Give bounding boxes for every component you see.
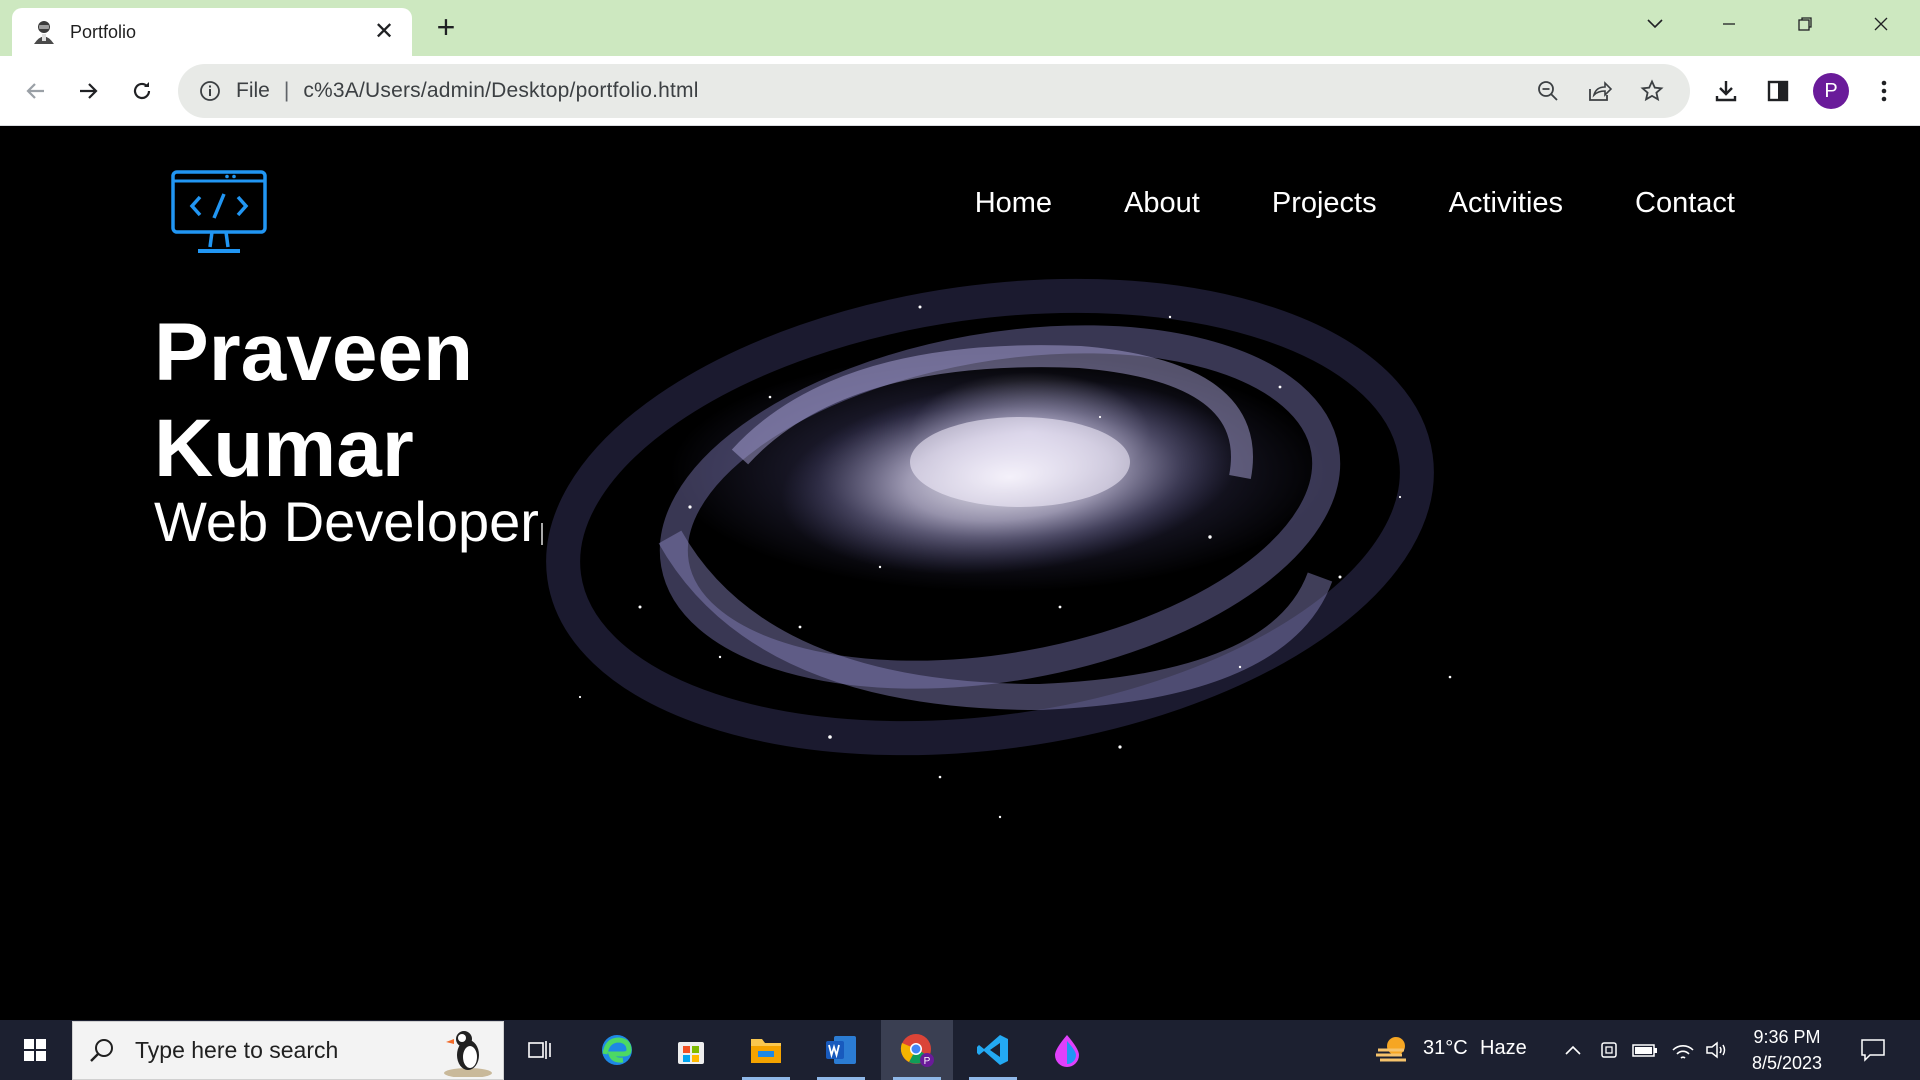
battery-icon[interactable] <box>1632 1036 1658 1064</box>
wifi-icon[interactable] <box>1670 1036 1696 1064</box>
profile-avatar[interactable]: P <box>1813 73 1849 109</box>
volume-icon[interactable] <box>1704 1036 1730 1064</box>
windows-start-icon[interactable] <box>0 1020 70 1080</box>
paint-icon[interactable] <box>1031 1020 1103 1080</box>
nav-link-about[interactable]: About <box>1124 187 1200 220</box>
menu-kebab-icon[interactable] <box>1864 71 1904 111</box>
clock-time[interactable]: 9:36 PM <box>1744 1027 1830 1048</box>
hero-role: Web Developer <box>154 489 543 555</box>
url-text[interactable]: c%3A/Users/admin/Desktop/portfolio.html <box>303 79 1514 103</box>
forward-icon[interactable] <box>68 71 108 111</box>
meet-now-icon[interactable] <box>1596 1036 1622 1064</box>
bookmark-star-icon[interactable] <box>1634 73 1670 109</box>
chrome-icon[interactable]: P <box>881 1020 953 1080</box>
minimize-icon[interactable] <box>1706 8 1752 40</box>
side-panel-icon[interactable] <box>1758 71 1798 111</box>
close-window-icon[interactable] <box>1858 8 1904 40</box>
url-scheme-label: File <box>236 79 270 102</box>
puffin-highlight-icon <box>433 1023 503 1079</box>
weather-temperature[interactable]: 31°C <box>1423 1037 1468 1060</box>
browser-toolbar: File | c%3A/Users/admin/Desktop/portfoli… <box>0 56 1920 126</box>
download-icon[interactable] <box>1706 71 1746 111</box>
zoom-icon[interactable] <box>1530 73 1566 109</box>
search-placeholder: Type here to search <box>135 1037 339 1063</box>
vscode-icon[interactable] <box>957 1020 1029 1080</box>
url-separator: | <box>283 79 290 102</box>
typing-cursor <box>540 523 543 545</box>
restore-icon[interactable] <box>1782 8 1828 40</box>
back-icon[interactable] <box>16 71 56 111</box>
clock-date[interactable]: 8/5/2023 <box>1744 1053 1830 1074</box>
search-icon <box>87 1036 117 1066</box>
nav-link-projects[interactable]: Projects <box>1272 187 1377 220</box>
share-icon[interactable] <box>1582 73 1618 109</box>
nav-link-contact[interactable]: Contact <box>1635 187 1735 220</box>
nav-link-home[interactable]: Home <box>975 187 1052 220</box>
word-icon[interactable] <box>805 1020 877 1080</box>
weather-icon <box>1374 1032 1414 1068</box>
browser-tab-strip: Portfolio ✕ + <box>0 0 1920 56</box>
svg-text:P: P <box>924 1056 931 1067</box>
nav-link-activities[interactable]: Activities <box>1449 187 1563 220</box>
site-navigation: Home About Projects Activities Contact <box>975 187 1735 220</box>
tab-search-icon[interactable] <box>1632 8 1678 40</box>
weather-condition[interactable]: Haze <box>1480 1037 1527 1060</box>
site-info-icon[interactable] <box>198 79 222 103</box>
tab-title: Portfolio <box>70 21 137 42</box>
taskbar-search-box[interactable]: Type here to search <box>72 1021 504 1080</box>
code-monitor-icon[interactable] <box>170 169 268 259</box>
edge-icon[interactable] <box>581 1020 653 1080</box>
portfolio-page: Home About Projects Activities Contact P… <box>0 127 1920 1020</box>
task-view-icon[interactable] <box>504 1020 576 1080</box>
tab-close-icon[interactable]: ✕ <box>370 18 398 46</box>
microsoft-store-icon[interactable] <box>655 1020 727 1080</box>
hero-name: Praveen Kumar <box>154 307 474 494</box>
chevron-up-icon[interactable] <box>1560 1036 1586 1064</box>
favicon-icon <box>30 18 58 46</box>
reload-icon[interactable] <box>122 71 162 111</box>
new-tab-button[interactable]: + <box>430 11 462 44</box>
browser-tab[interactable]: Portfolio ✕ <box>12 8 412 56</box>
file-explorer-icon[interactable] <box>730 1020 802 1080</box>
windows-taskbar: Type here to search P 31°C Haze 9:36 PM … <box>0 1020 1920 1080</box>
address-bar[interactable]: File | c%3A/Users/admin/Desktop/portfoli… <box>178 64 1690 118</box>
notification-center-icon[interactable] <box>1858 1036 1888 1064</box>
